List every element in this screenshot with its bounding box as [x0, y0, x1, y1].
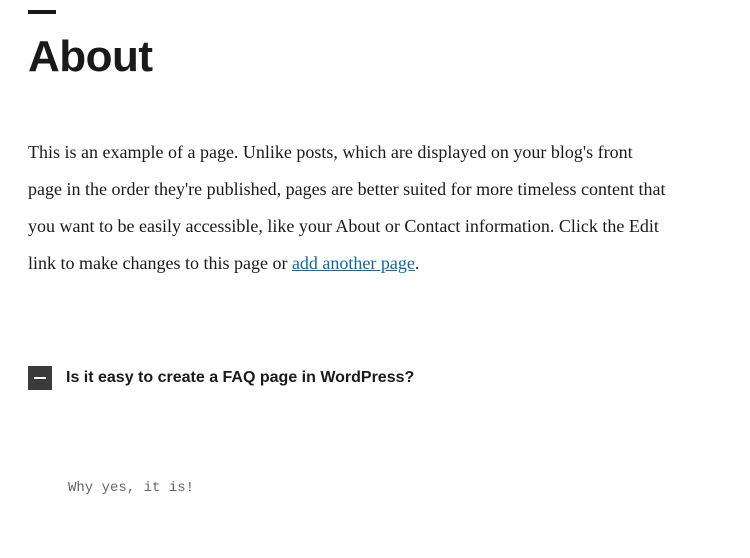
- faq-question[interactable]: Is it easy to create a FAQ page in WordP…: [66, 369, 414, 387]
- title-rule: [28, 10, 56, 14]
- faq-collapse-button[interactable]: [28, 366, 52, 390]
- faq-answer: Why yes, it is!: [68, 480, 722, 496]
- add-another-page-link[interactable]: add another page: [292, 253, 415, 273]
- body-paragraph: This is an example of a page. Unlike pos…: [28, 134, 668, 282]
- minus-icon: [34, 377, 46, 379]
- page-title: About: [28, 32, 722, 82]
- body-text-after-link: .: [415, 253, 420, 273]
- faq-item: Is it easy to create a FAQ page in WordP…: [28, 366, 722, 390]
